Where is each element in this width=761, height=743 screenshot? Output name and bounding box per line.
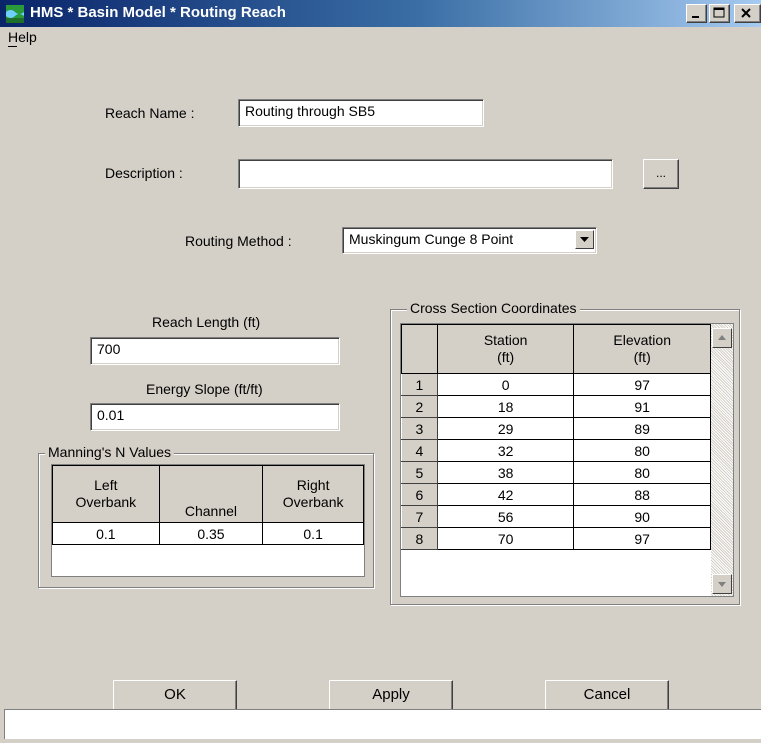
maximize-button[interactable] xyxy=(709,4,730,23)
row-number-cell: 3 xyxy=(401,417,438,440)
description-browse-button[interactable]: ... xyxy=(643,159,679,189)
cancel-button[interactable]: Cancel xyxy=(545,680,669,712)
row-number-cell: 2 xyxy=(401,395,438,418)
title-bar: HMS * Basin Model * Routing Reach xyxy=(0,0,761,27)
ok-button[interactable]: OK xyxy=(113,680,237,712)
station-cell[interactable]: 70 xyxy=(436,527,575,550)
cross-section-group-title: Cross Section Coordinates xyxy=(407,300,580,316)
cross-section-scrollbar[interactable] xyxy=(711,324,733,596)
routing-method-select[interactable]: Muskingum Cunge 8 Point xyxy=(342,227,597,254)
table-row: 2 18 91 xyxy=(401,395,711,418)
table-row: 1 0 97 xyxy=(401,373,711,396)
elevation-cell[interactable]: 90 xyxy=(573,505,711,528)
close-button[interactable] xyxy=(734,4,761,23)
mannings-right-overbank-cell[interactable]: 0.1 xyxy=(262,522,364,545)
cross-section-corner-header xyxy=(401,324,438,374)
mannings-header-right-overbank: Right Overbank xyxy=(262,465,364,523)
elevation-cell[interactable]: 88 xyxy=(573,483,711,506)
minimize-icon xyxy=(692,16,699,18)
row-number-cell: 7 xyxy=(401,505,438,528)
elevation-cell[interactable]: 80 xyxy=(573,461,711,484)
mannings-empty-row xyxy=(52,544,364,572)
row-number-cell: 6 xyxy=(401,483,438,506)
window-title: HMS * Basin Model * Routing Reach xyxy=(30,4,286,21)
scroll-down-button[interactable] xyxy=(712,574,732,594)
station-cell[interactable]: 18 xyxy=(436,395,575,418)
menu-help[interactable]: Help xyxy=(8,29,37,45)
station-cell[interactable]: 56 xyxy=(436,505,575,528)
mannings-left-overbank-cell[interactable]: 0.1 xyxy=(52,522,160,545)
row-number-cell: 4 xyxy=(401,439,438,462)
reach-length-label: Reach Length (ft) xyxy=(152,314,261,330)
table-row: 4 32 80 xyxy=(401,439,711,462)
status-bar xyxy=(4,709,761,739)
table-row: 7 56 90 xyxy=(401,505,711,528)
energy-slope-label: Energy Slope (ft/ft) xyxy=(146,381,263,397)
chevron-down-icon xyxy=(718,582,726,587)
row-number-cell: 5 xyxy=(401,461,438,484)
table-row: 6 42 88 xyxy=(401,483,711,506)
cross-section-header-elevation: Elevation (ft) xyxy=(573,324,711,374)
station-cell[interactable]: 42 xyxy=(436,483,575,506)
close-icon xyxy=(741,8,751,18)
cross-section-header-station: Station (ft) xyxy=(436,324,575,374)
maximize-icon xyxy=(713,7,725,18)
elevation-cell[interactable]: 91 xyxy=(573,395,711,418)
menu-help-accelerator-underline xyxy=(8,46,17,47)
table-row: 5 38 80 xyxy=(401,461,711,484)
mannings-n-grid: Left Overbank Channel Right Overbank 0.1 0… xyxy=(51,464,365,577)
elevation-cell[interactable]: 97 xyxy=(573,527,711,550)
energy-slope-input[interactable]: 0.01 xyxy=(90,403,340,431)
cross-section-grid: Station (ft) Elevation (ft) 1 0 97 2 18 91 3 29 89… xyxy=(400,323,734,597)
row-number-cell: 8 xyxy=(401,527,438,550)
station-cell[interactable]: 32 xyxy=(436,439,575,462)
mannings-header-left-overbank: Left Overbank xyxy=(52,465,160,523)
elevation-cell[interactable]: 80 xyxy=(573,439,711,462)
row-number-cell: 1 xyxy=(401,373,438,396)
minimize-button[interactable] xyxy=(686,4,707,23)
mannings-n-group-title: Manning's N Values xyxy=(45,444,175,460)
table-row: 3 29 89 xyxy=(401,417,711,440)
description-label: Description : xyxy=(105,165,183,181)
reach-length-input[interactable]: 700 xyxy=(90,337,340,365)
mannings-header-channel: Channel xyxy=(158,465,264,523)
station-cell[interactable]: 29 xyxy=(436,417,575,440)
reach-name-label: Reach Name : xyxy=(105,105,195,121)
routing-method-dropdown-button[interactable] xyxy=(575,230,594,249)
elevation-cell[interactable]: 97 xyxy=(573,373,711,396)
scroll-up-button[interactable] xyxy=(712,328,732,348)
app-icon xyxy=(6,5,24,23)
menu-bar: Help xyxy=(0,27,761,49)
description-input[interactable] xyxy=(238,159,613,189)
station-cell[interactable]: 38 xyxy=(436,461,575,484)
table-row: 8 70 97 xyxy=(401,527,711,550)
elevation-cell[interactable]: 89 xyxy=(573,417,711,440)
station-cell[interactable]: 0 xyxy=(436,373,575,396)
reach-name-input[interactable]: Routing through SB5 xyxy=(238,99,484,127)
routing-method-label: Routing Method : xyxy=(185,233,292,249)
mannings-channel-cell[interactable]: 0.35 xyxy=(158,522,264,545)
apply-button[interactable]: Apply xyxy=(329,680,453,712)
chevron-up-icon xyxy=(718,335,726,340)
routing-method-value: Muskingum Cunge 8 Point xyxy=(349,231,514,247)
chevron-down-icon xyxy=(580,237,589,242)
mannings-row: 0.1 0.35 0.1 xyxy=(52,522,364,545)
